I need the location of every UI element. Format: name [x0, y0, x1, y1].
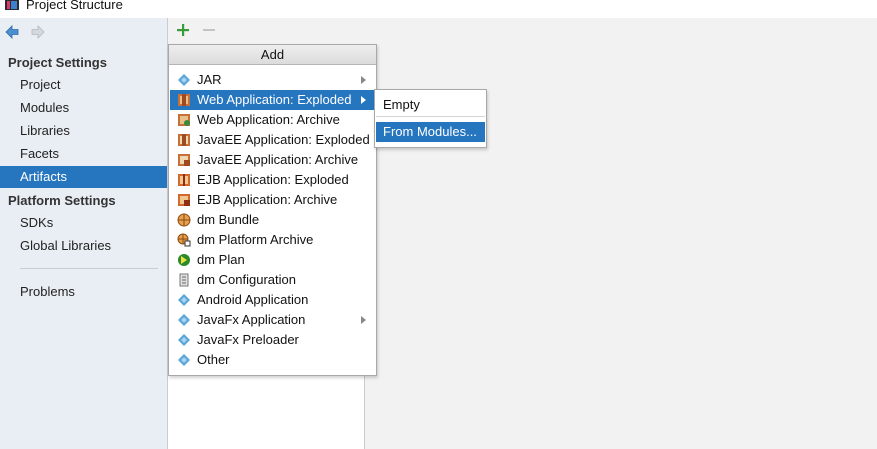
menu-item-label: JavaEE Application: Exploded	[197, 132, 370, 147]
menu-item-javaee-application-exploded[interactable]: JavaEE Application: Exploded	[170, 130, 375, 150]
menu-item-jar[interactable]: JAR	[170, 70, 375, 90]
back-arrow-icon[interactable]	[4, 24, 20, 40]
submenu-arrow-icon	[361, 96, 366, 104]
menu-item-label: Web Application: Archive	[197, 112, 340, 127]
menu-item-label: EJB Application: Exploded	[197, 172, 349, 187]
section-header-platform-settings: Platform Settings	[8, 193, 116, 208]
menu-item-label: dm Plan	[197, 252, 245, 267]
menu-item-label: JavaFx Preloader	[197, 332, 299, 347]
menu-item-web-application-archive[interactable]: Web Application: Archive	[170, 110, 375, 130]
window-title: Project Structure	[26, 0, 123, 12]
menu-item-label: JAR	[197, 72, 222, 87]
javafx-icon	[178, 314, 190, 326]
menu-item-label: Android Application	[197, 292, 309, 307]
javaee-app-icon	[178, 134, 190, 146]
menu-item-label: JavaFx Application	[197, 312, 306, 327]
dm-plan-icon	[178, 254, 190, 266]
menu-item-dm-plan[interactable]: dm Plan	[170, 250, 375, 270]
menu-item-other[interactable]: Other	[170, 350, 375, 370]
ejb-app-icon	[178, 174, 190, 186]
menu-item-web-application-exploded[interactable]: Web Application: Exploded	[170, 90, 375, 110]
web-app-icon	[178, 94, 190, 106]
dm-bundle-icon	[177, 213, 191, 227]
menu-item-label: dm Bundle	[197, 212, 260, 227]
javaee-archive-icon	[178, 154, 190, 166]
dm-platform-icon	[177, 233, 191, 247]
section-header-project-settings: Project Settings	[8, 55, 107, 70]
sidebar-divider	[20, 268, 158, 269]
menu-item-label: dm Configuration	[197, 272, 296, 287]
web-archive-icon	[178, 114, 190, 126]
menu-item-ejb-application-exploded[interactable]: EJB Application: Exploded	[170, 170, 375, 190]
submenu-divider	[376, 116, 485, 117]
artifact-details-panel	[366, 18, 877, 449]
artifacts-toolbar	[168, 18, 365, 44]
sidebar-item-modules[interactable]: Modules	[0, 97, 167, 119]
forward-arrow-icon[interactable]	[30, 24, 46, 40]
menu-item-javafx-preloader[interactable]: JavaFx Preloader	[170, 330, 375, 350]
menu-item-dm-configuration[interactable]: dm Configuration	[170, 270, 375, 290]
popup-title: Add	[169, 45, 376, 65]
other-icon	[178, 354, 190, 366]
app-icon	[5, 0, 19, 10]
submenu-arrow-icon	[361, 316, 366, 324]
sidebar-item-problems[interactable]: Problems	[0, 281, 167, 303]
sidebar-item-artifacts[interactable]: Artifacts	[0, 166, 167, 188]
sidebar: Project Settings Project Modules Librari…	[0, 18, 168, 449]
menu-item-javaee-application-archive[interactable]: JavaEE Application: Archive	[170, 150, 375, 170]
javafx-preloader-icon	[178, 334, 190, 346]
add-popup-menu: Add JAR Web Application: Exploded Web Ap…	[168, 44, 377, 376]
menu-item-ejb-application-archive[interactable]: EJB Application: Archive	[170, 190, 375, 210]
menu-item-javafx-application[interactable]: JavaFx Application	[170, 310, 375, 330]
menu-item-android-application[interactable]: Android Application	[170, 290, 375, 310]
plus-icon[interactable]	[176, 23, 190, 37]
sidebar-item-project[interactable]: Project	[0, 74, 167, 96]
title-bar: Project Structure	[0, 0, 877, 18]
jar-icon	[178, 74, 190, 86]
sidebar-item-libraries[interactable]: Libraries	[0, 120, 167, 142]
sidebar-item-global-libraries[interactable]: Global Libraries	[0, 235, 167, 257]
menu-item-label: JavaEE Application: Archive	[197, 152, 359, 167]
submenu-arrow-icon	[361, 76, 366, 84]
menu-item-label: EJB Application: Archive	[197, 192, 338, 207]
submenu-item-empty[interactable]: Empty	[376, 95, 485, 115]
menu-item-label: Web Application: Exploded	[197, 92, 352, 107]
dm-config-icon	[179, 273, 189, 287]
menu-item-label: dm Platform Archive	[197, 232, 314, 247]
ejb-archive-icon	[178, 194, 190, 206]
web-app-exploded-submenu: Empty From Modules...	[374, 89, 487, 148]
menu-item-label: Other	[197, 352, 230, 367]
sidebar-item-sdks[interactable]: SDKs	[0, 212, 167, 234]
android-icon	[178, 294, 190, 306]
sidebar-item-facets[interactable]: Facets	[0, 143, 167, 165]
menu-item-dm-platform-archive[interactable]: dm Platform Archive	[170, 230, 375, 250]
minus-icon[interactable]	[202, 23, 216, 37]
menu-item-dm-bundle[interactable]: dm Bundle	[170, 210, 375, 230]
submenu-item-from-modules[interactable]: From Modules...	[376, 122, 485, 142]
